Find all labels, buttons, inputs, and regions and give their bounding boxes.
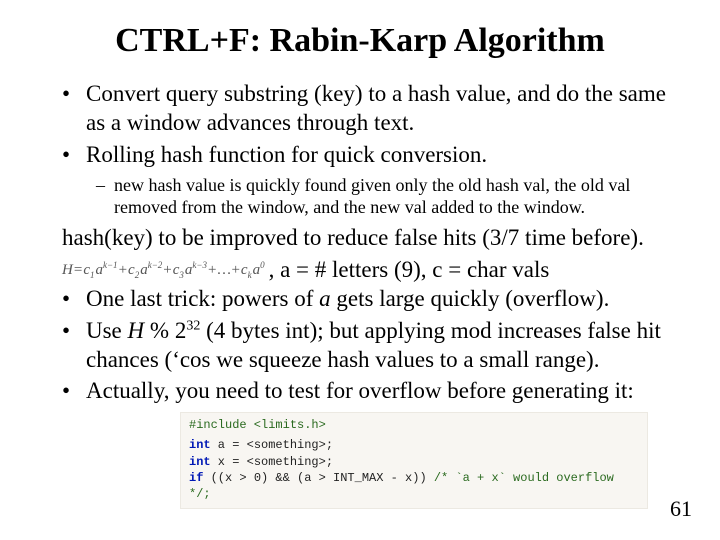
formula-c3: c3	[173, 262, 184, 279]
sub-bullet-list: new hash value is quickly found given on…	[40, 175, 680, 218]
formula-c1: c1	[83, 262, 94, 279]
formula-H: H	[62, 262, 73, 279]
bullet-item: Rolling hash function for quick conversi…	[86, 141, 680, 170]
top-bullet-list: Convert query substring (key) to a hash …	[40, 80, 680, 169]
sub-bullet-item: new hash value is quickly found given on…	[114, 175, 680, 218]
code-line: int a = <something>;	[189, 437, 639, 453]
code-line: #include <limits.h>	[189, 417, 639, 433]
formula-a2: ak−2	[140, 262, 162, 279]
code-line: if ((x > 0) && (a > INT_MAX - x)) /* `a …	[189, 470, 639, 502]
bullet-test: Actually, you need to test for overflow …	[86, 377, 680, 406]
formula-ak: a0	[253, 262, 265, 279]
formula-plus2: +	[163, 262, 171, 279]
formula-a3: ak−3	[185, 262, 207, 279]
formula-a1: ak−1	[95, 262, 117, 279]
bullet-mod: Use H % 232 (4 bytes int); but applying …	[86, 317, 680, 375]
bullet-overflow: One last trick: powers of a gets large q…	[86, 285, 680, 314]
formula-line: H = c1 ak−1 + c2 ak−2 + c3 ak−3 +…+ ck a…	[62, 257, 680, 283]
bullet-item: Convert query substring (key) to a hash …	[86, 80, 680, 138]
bottom-bullet-list: One last trick: powers of a gets large q…	[40, 285, 680, 406]
formula-c2: c2	[128, 262, 139, 279]
hash-formula: H = c1 ak−1 + c2 ak−2 + c3 ak−3 +…+ ck a…	[62, 262, 265, 279]
formula-tail: , a = # letters (9), c = char vals	[269, 257, 550, 283]
code-line: int x = <something>;	[189, 454, 639, 470]
formula-ck: ck	[241, 262, 252, 279]
slide-title: CTRL+F: Rabin-Karp Algorithm	[40, 22, 680, 60]
code-snippet: #include <limits.h> int a = <something>;…	[180, 412, 648, 509]
formula-eq: =	[74, 262, 82, 279]
formula-plus: +	[119, 262, 127, 279]
formula-dots: +…+	[208, 262, 240, 279]
page-number: 61	[670, 496, 692, 522]
paragraph-hash: hash(key) to be improved to reduce false…	[62, 224, 680, 253]
